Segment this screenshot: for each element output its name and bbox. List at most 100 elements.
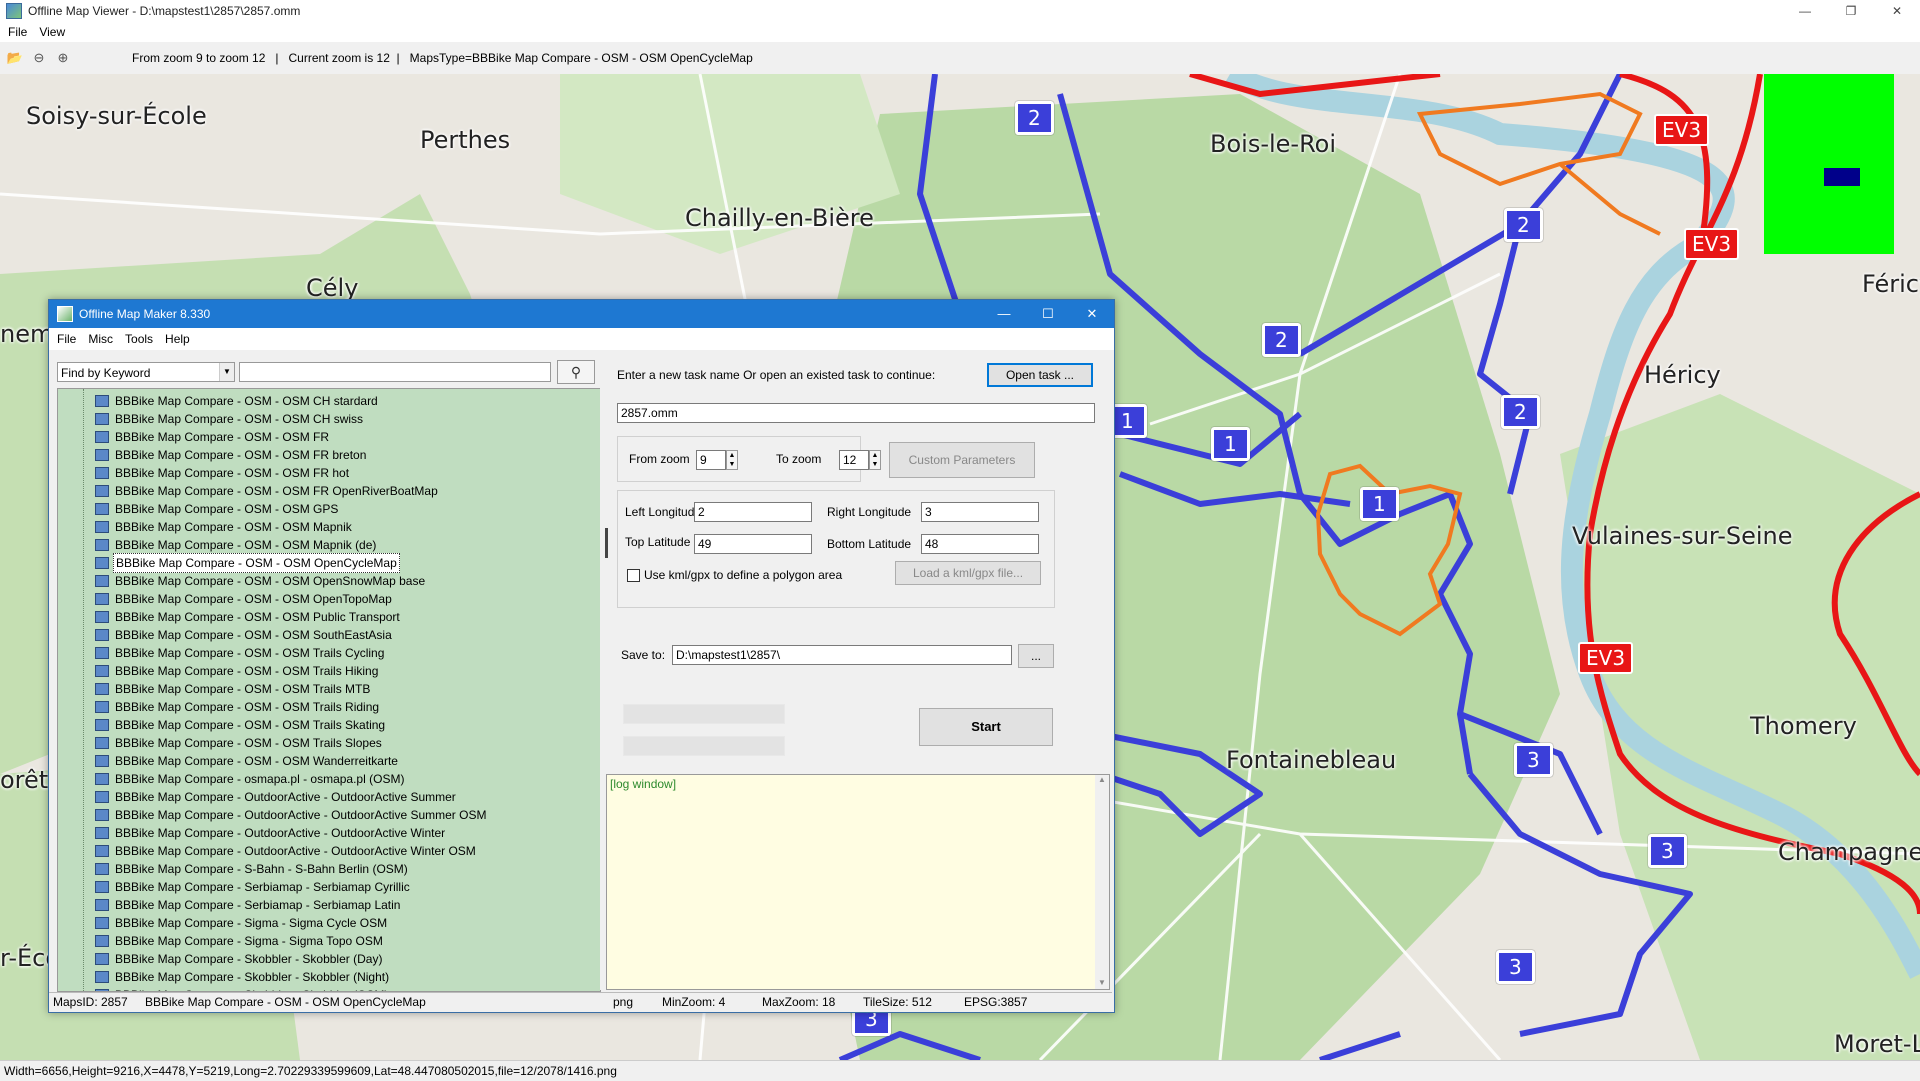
map-type-item[interactable]: BBBike Map Compare - OutdoorActive - Out…: [95, 842, 478, 860]
find-mode-select[interactable]: Find by Keyword ▼: [57, 362, 235, 382]
map-type-item[interactable]: BBBike Map Compare - OSM - OSM Trails Sl…: [95, 734, 384, 752]
log-scrollbar[interactable]: ▲ ▼: [1095, 775, 1109, 989]
left-longitude-label: Left Longitude: [625, 505, 702, 519]
save-to-field[interactable]: D:\mapstest1\2857\: [672, 645, 1012, 665]
map-type-item[interactable]: BBBike Map Compare - Sigma - Sigma Topo …: [95, 932, 385, 950]
map-type-item[interactable]: BBBike Map Compare - Skobbler - Skobbler…: [95, 968, 391, 986]
from-zoom-field[interactable]: 9: [696, 450, 726, 470]
maximize-icon[interactable]: ❐: [1828, 0, 1874, 22]
map-icon: [95, 557, 109, 569]
map-type-item[interactable]: BBBike Map Compare - OSM - OSM FR OpenRi…: [95, 482, 440, 500]
start-button[interactable]: Start: [919, 708, 1053, 746]
use-kml-checkbox[interactable]: [627, 569, 640, 582]
map-icon: [95, 665, 109, 677]
from-zoom-label: From zoom: [629, 452, 690, 466]
map-type-item[interactable]: BBBike Map Compare - osmapa.pl - osmapa.…: [95, 770, 406, 788]
menu-file[interactable]: File: [8, 25, 27, 39]
map-type-item[interactable]: BBBike Map Compare - OSM - OSM Trails Sk…: [95, 716, 387, 734]
minimap-viewport[interactable]: [1824, 168, 1860, 186]
map-type-item[interactable]: BBBike Map Compare - OutdoorActive - Out…: [95, 806, 488, 824]
map-type-label: BBBike Map Compare - OSM - OSM Wanderrei…: [115, 754, 398, 768]
map-type-tree[interactable]: BBBike Map Compare - OSM - OSM CH starda…: [57, 388, 601, 992]
open-task-button[interactable]: Open task ...: [987, 363, 1093, 387]
left-longitude-field[interactable]: 2: [694, 502, 812, 522]
map-icon: [95, 467, 109, 479]
load-kml-button[interactable]: Load a kml/gpx file...: [895, 561, 1041, 585]
top-latitude-field[interactable]: 49: [694, 534, 812, 554]
place-label: Bois-le-Roi: [1210, 130, 1337, 158]
map-type-item[interactable]: BBBike Map Compare - OSM - OSM Trails Ri…: [95, 698, 381, 716]
close-icon[interactable]: ✕: [1874, 0, 1920, 22]
to-zoom-spinner[interactable]: ▲ ▼: [869, 450, 881, 470]
map-type-label: BBBike Map Compare - Sigma - Sigma Topo …: [115, 934, 383, 948]
search-button[interactable]: ⚲: [557, 360, 595, 384]
menu-view[interactable]: View: [39, 25, 65, 39]
map-type-item[interactable]: BBBike Map Compare - OSM - OSM Public Tr…: [95, 608, 402, 626]
map-type-label: BBBike Map Compare - OSM - OSM Trails Ri…: [115, 700, 380, 714]
map-type-item[interactable]: BBBike Map Compare - OSM - OSM CH swiss: [95, 410, 365, 428]
map-type-item[interactable]: BBBike Map Compare - OutdoorActive - Out…: [95, 788, 458, 806]
scroll-thumb[interactable]: [605, 528, 608, 558]
map-icon: [95, 647, 109, 659]
map-type-item[interactable]: BBBike Map Compare - Skobbler - Skobbler…: [95, 950, 384, 968]
map-type-item[interactable]: BBBike Map Compare - OSM - OSM OpenTopoM…: [95, 590, 394, 608]
menu-misc[interactable]: Misc: [88, 332, 113, 346]
map-type-item[interactable]: BBBike Map Compare - OSM - OSM CH starda…: [95, 392, 380, 410]
map-type-item[interactable]: BBBike Map Compare - OSM - OSM SouthEast…: [95, 626, 394, 644]
chevron-down-icon[interactable]: ▼: [219, 363, 234, 381]
map-type-item[interactable]: BBBike Map Compare - Sigma - Sigma Cycle…: [95, 914, 389, 932]
map-type-label: BBBike Map Compare - OSM - OSM Trails MT…: [115, 682, 371, 696]
to-zoom-field[interactable]: 12: [839, 450, 869, 470]
zoom-out-icon[interactable]: ⊖: [30, 49, 48, 67]
map-type-item[interactable]: BBBike Map Compare - OSM - OSM FR: [95, 428, 331, 446]
right-longitude-field[interactable]: 3: [921, 502, 1039, 522]
menu-file[interactable]: File: [57, 332, 76, 346]
map-type-item[interactable]: BBBike Map Compare - OSM - OSM Mapnik: [95, 518, 354, 536]
viewer-titlebar: Offline Map Viewer - D:\mapstest1\2857\2…: [0, 0, 1920, 22]
map-type-item[interactable]: BBBike Map Compare - OSM - OSM Wanderrei…: [95, 752, 400, 770]
map-type-item[interactable]: BBBike Map Compare - Serbiamap - Serbiam…: [95, 878, 412, 896]
folder-open-icon[interactable]: 📂: [6, 49, 24, 67]
close-icon[interactable]: ✕: [1070, 300, 1114, 328]
epsg: EPSG:3857: [964, 995, 1028, 1009]
map-icon: [95, 845, 109, 857]
map-type-item[interactable]: BBBike Map Compare - OSM - OSM Trails Cy…: [95, 644, 386, 662]
map-type-label: BBBike Map Compare - OSM - OSM Trails Hi…: [115, 664, 379, 678]
tree-connector: [83, 389, 84, 991]
minimize-icon[interactable]: —: [1782, 0, 1828, 22]
map-icon: [95, 413, 109, 425]
from-zoom-spinner[interactable]: ▲ ▼: [726, 450, 738, 470]
map-type-item[interactable]: BBBike Map Compare - OSM - OSM Trails MT…: [95, 680, 372, 698]
save-to-label: Save to:: [621, 648, 666, 662]
custom-parameters-button[interactable]: Custom Parameters: [889, 442, 1035, 478]
map-type-item[interactable]: BBBike Map Compare - OSM - OSM OpenSnowM…: [95, 572, 427, 590]
map-type-item[interactable]: BBBike Map Compare - Serbiamap - Serbiam…: [95, 896, 402, 914]
map-type-label: BBBike Map Compare - OSM - OSM Trails Sl…: [115, 736, 382, 750]
menu-help[interactable]: Help: [165, 332, 190, 346]
map-type-item[interactable]: BBBike Map Compare - S-Bahn - S-Bahn Ber…: [95, 860, 410, 878]
map-type-item[interactable]: BBBike Map Compare - OSM - OSM Trails Hi…: [95, 662, 380, 680]
map-type-item[interactable]: BBBike Map Compare - OSM - OSM OpenCycle…: [95, 553, 400, 573]
bottom-latitude-field[interactable]: 48: [921, 534, 1039, 554]
minimize-icon[interactable]: —: [982, 300, 1026, 328]
map-type-item[interactable]: BBBike Map Compare - OutdoorActive - Out…: [95, 824, 447, 842]
route-number-badge: 3: [1648, 834, 1687, 868]
log-window[interactable]: [log window] ▲ ▼: [606, 774, 1110, 990]
map-icon: [95, 935, 109, 947]
zoom-in-icon[interactable]: ⊕: [54, 49, 72, 67]
map-type-label: BBBike Map Compare - S-Bahn - S-Bahn Ber…: [115, 862, 408, 876]
minimap[interactable]: [1764, 74, 1894, 254]
map-type-item[interactable]: BBBike Map Compare - OSM - OSM GPS: [95, 500, 340, 518]
map-type-item[interactable]: BBBike Map Compare - OSM - OSM Mapnik (d…: [95, 536, 378, 554]
viewer-toolbar: 📂 ⊖ ⊕ From zoom 9 to zoom 12 | Current z…: [0, 42, 1920, 75]
map-type-item[interactable]: BBBike Map Compare - OSM - OSM FR hot: [95, 464, 351, 482]
menu-tools[interactable]: Tools: [125, 332, 153, 346]
search-input[interactable]: [239, 362, 551, 382]
ev3-route-badge: EV3: [1654, 114, 1710, 146]
task-prompt: Enter a new task name Or open an existed…: [617, 368, 936, 382]
place-label: Cély: [306, 274, 359, 302]
task-name-field[interactable]: 2857.omm: [617, 403, 1095, 423]
browse-button[interactable]: ...: [1018, 644, 1054, 668]
map-type-item[interactable]: BBBike Map Compare - OSM - OSM FR breton: [95, 446, 368, 464]
maximize-icon[interactable]: ☐: [1026, 300, 1070, 328]
